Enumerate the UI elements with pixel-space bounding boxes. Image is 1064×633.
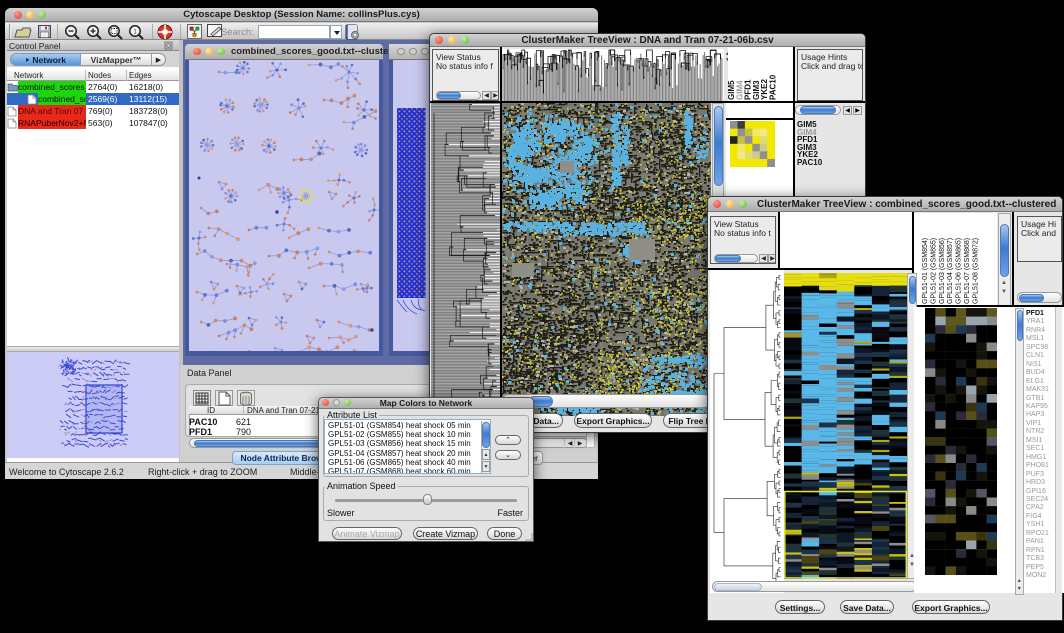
svg-text:GPL51-04 (GSM857): GPL51-04 (GSM857): [947, 238, 954, 304]
svg-text:GPL51-01 (GSM854): GPL51-01 (GSM854): [922, 238, 929, 304]
svg-text:GPL51-07 (GSM868): GPL51-07 (GSM868): [964, 238, 971, 304]
svg-text:GPL51-06 (GSM865): GPL51-06 (GSM865): [956, 238, 963, 304]
svg-text:GPL51-08 (GSM872): GPL51-08 (GSM872): [972, 238, 979, 304]
svg-text:PAC10: PAC10: [769, 74, 778, 100]
svg-text:GPL51-03 (GSM856): GPL51-03 (GSM856): [939, 238, 946, 304]
svg-text:GPL51-02 (GSM855): GPL51-02 (GSM855): [930, 238, 937, 304]
